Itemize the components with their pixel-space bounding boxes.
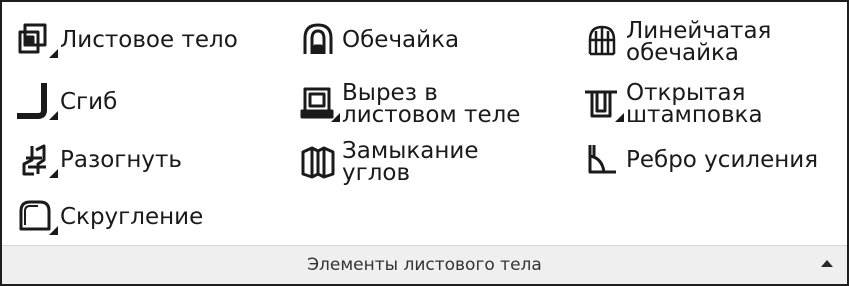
open-stamping-button[interactable]: Открытая штамповка — [582, 80, 763, 128]
shell-label: Обечайка — [342, 27, 460, 53]
shell-icon — [298, 20, 338, 60]
corner-closure-label: Замыкание углов — [342, 138, 479, 186]
cutout-button[interactable]: Вырез в листовом теле — [298, 80, 521, 128]
chevron-up-icon[interactable] — [821, 260, 833, 267]
bend-button[interactable]: Сгиб — [16, 82, 117, 122]
fillet-button[interactable]: Скругление — [16, 197, 203, 237]
fillet-label: Скругление — [60, 204, 204, 230]
unbend-button[interactable]: Разогнуть — [16, 140, 182, 180]
ruled-shell-icon — [582, 22, 622, 62]
stiffener-rib-button[interactable]: Ребро усиления — [582, 140, 818, 180]
sheet-body-icon — [16, 20, 58, 60]
unbend-icon — [16, 140, 58, 180]
bend-label: Сгиб — [60, 89, 118, 115]
cutout-label: Вырез в листовом теле — [342, 80, 521, 128]
cutout-icon — [298, 84, 340, 124]
panel-footer: Элементы листового тела — [2, 245, 847, 284]
bend-icon — [16, 82, 58, 122]
unbend-label: Разогнуть — [60, 147, 182, 173]
fillet-icon — [16, 197, 58, 237]
ruled-shell-button[interactable]: Линейчатая обечайка — [582, 18, 772, 66]
sheet-body-button[interactable]: Листовое тело — [16, 20, 238, 60]
sheet-metal-panel: Листовое тело Сгиб Разогнуть Скругление … — [0, 0, 849, 286]
panel-title: Элементы листового тела — [307, 255, 542, 275]
open-stamping-label: Открытая штамповка — [626, 80, 763, 128]
stiffener-rib-label: Ребро усиления — [626, 147, 819, 173]
ruled-shell-label: Линейчатая обечайка — [626, 18, 772, 66]
corner-closure-button[interactable]: Замыкание углов — [298, 138, 479, 186]
open-stamping-icon — [582, 84, 624, 124]
sheet-body-label: Листовое тело — [60, 27, 238, 53]
corner-closure-icon — [298, 142, 338, 182]
shell-button[interactable]: Обечайка — [298, 20, 459, 60]
stiffener-rib-icon — [582, 140, 622, 180]
